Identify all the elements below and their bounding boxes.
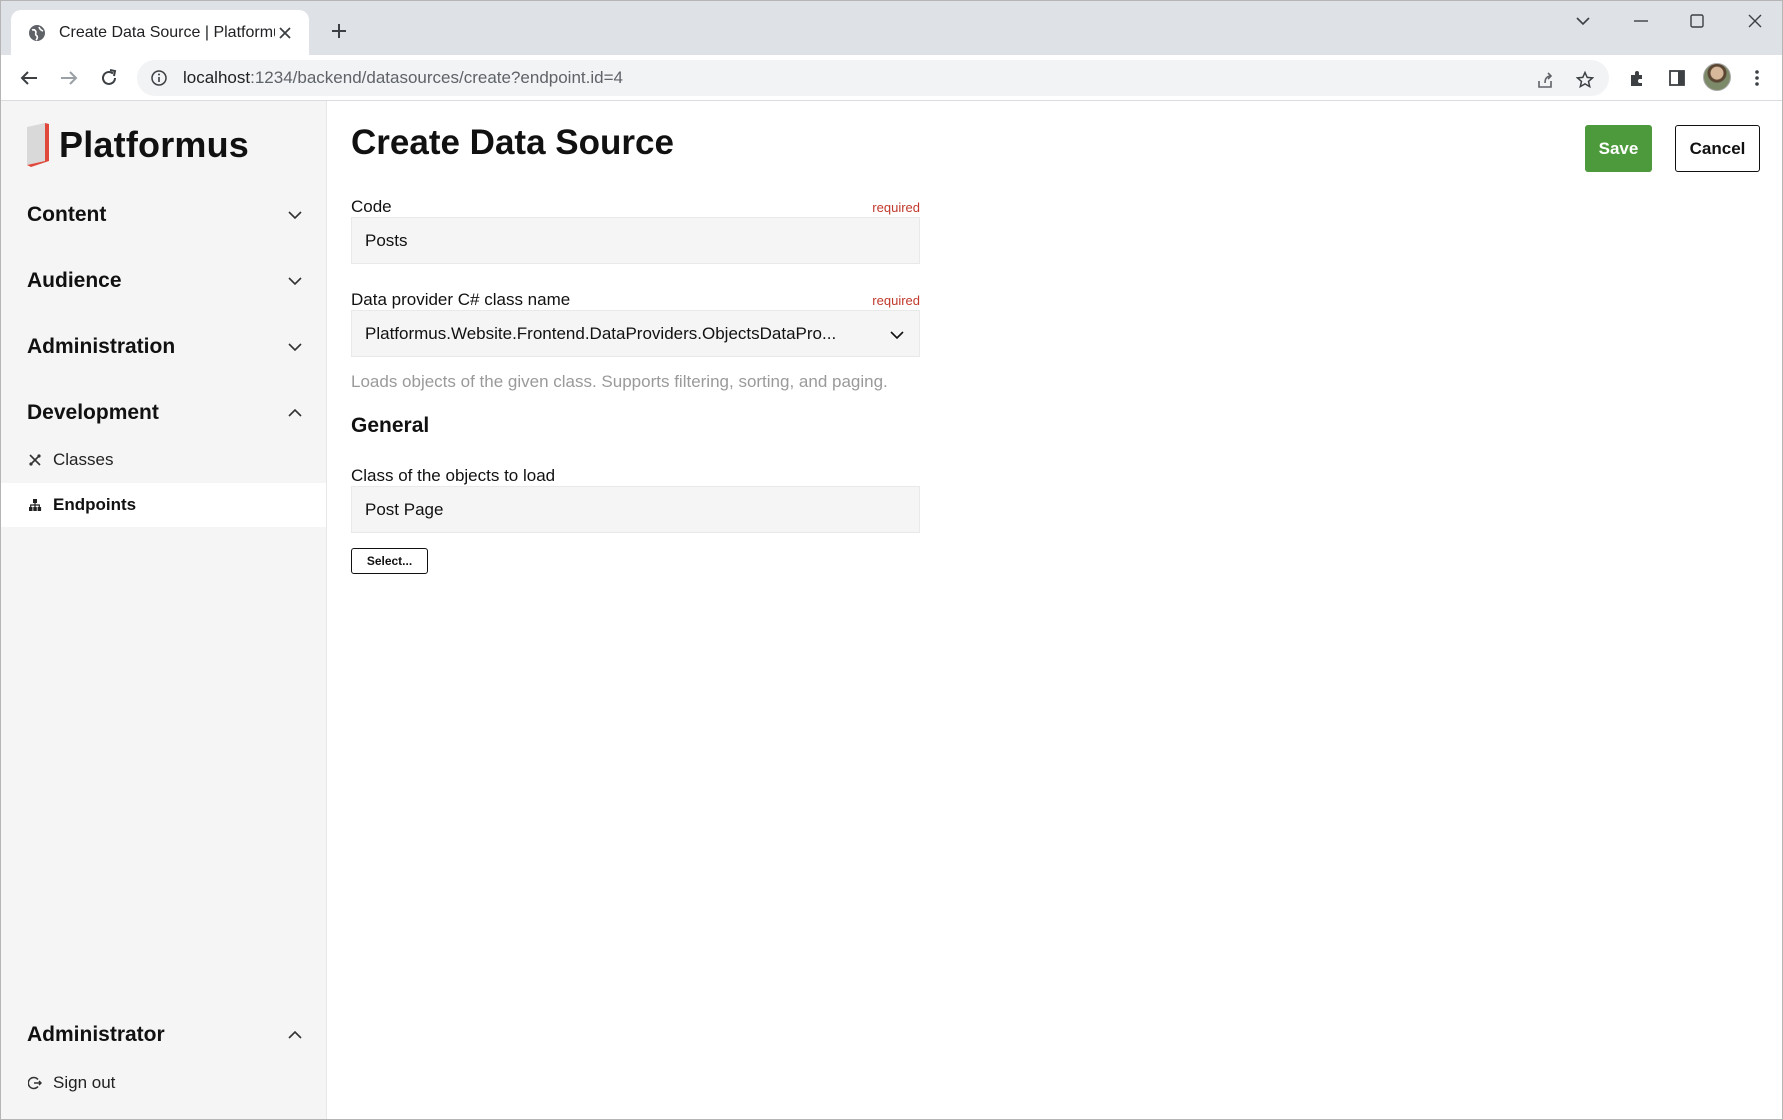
close-tab-icon[interactable] xyxy=(275,23,295,43)
sidebar-item-endpoints[interactable]: Endpoints xyxy=(1,483,326,527)
tab-strip: Create Data Source | Platformus xyxy=(1,1,1782,55)
nav-group-development[interactable]: Development xyxy=(27,393,303,433)
sidebar-item-label: Endpoints xyxy=(53,495,137,514)
minimize-icon[interactable] xyxy=(1621,9,1661,33)
logo-mark-icon xyxy=(25,123,49,167)
chevron-down-icon xyxy=(287,207,303,223)
address-bar[interactable]: localhost:1234/backend/datasources/creat… xyxy=(137,60,1609,96)
side-panel-icon[interactable] xyxy=(1665,66,1689,90)
tab-title: Create Data Source | Platformus xyxy=(59,23,275,41)
data-provider-hint: Loads objects of the given class. Suppor… xyxy=(351,372,888,391)
code-label: Code xyxy=(351,197,392,216)
nav-group-administrator[interactable]: Administrator xyxy=(27,1015,303,1055)
url-path: :1234/backend/datasources/create?endpoin… xyxy=(250,68,623,87)
url-host: localhost xyxy=(183,68,251,87)
nav-group-label: Audience xyxy=(27,269,122,292)
code-input[interactable]: Posts xyxy=(351,217,920,264)
page-content: Platformus Content Audience Administrati… xyxy=(1,101,1782,1119)
logo[interactable]: Platformus xyxy=(25,123,249,167)
browser-toolbar: localhost:1234/backend/datasources/creat… xyxy=(1,55,1782,101)
endpoints-icon xyxy=(27,497,43,513)
page-title: Create Data Source xyxy=(351,123,674,162)
bookmark-star-icon[interactable] xyxy=(1573,68,1597,92)
browser-window: Create Data Source | Platformus localhos… xyxy=(0,0,1783,1120)
save-button[interactable]: Save xyxy=(1585,125,1652,172)
required-marker: required xyxy=(872,293,920,308)
sign-out-icon xyxy=(27,1075,43,1091)
extensions-icon[interactable] xyxy=(1625,66,1649,90)
sidebar-item-classes[interactable]: Classes xyxy=(1,438,326,482)
sidebar-item-sign-out[interactable]: Sign out xyxy=(1,1061,326,1105)
class-field: Class of the objects to load Post Page xyxy=(351,466,920,536)
nav-group-label: Development xyxy=(27,401,159,424)
data-provider-label: Data provider C# class name xyxy=(351,290,571,309)
chevron-down-icon xyxy=(287,339,303,355)
profile-avatar[interactable] xyxy=(1703,63,1731,91)
globe-icon xyxy=(27,23,47,43)
new-tab-icon[interactable] xyxy=(327,19,351,43)
chevron-up-icon xyxy=(287,1027,303,1043)
section-title-general: General xyxy=(351,414,430,437)
url-text: localhost:1234/backend/datasources/creat… xyxy=(183,68,623,88)
share-icon[interactable] xyxy=(1533,68,1557,92)
nav-group-administration[interactable]: Administration xyxy=(27,327,303,367)
more-menu-icon[interactable] xyxy=(1745,66,1769,90)
sidebar-item-label: Sign out xyxy=(53,1073,116,1092)
nav-group-content[interactable]: Content xyxy=(27,195,303,235)
nav-group-label: Administration xyxy=(27,335,176,358)
classes-icon xyxy=(27,452,43,468)
main-content: Create Data Source Save Cancel Code requ… xyxy=(327,101,1782,1119)
data-provider-value: Platformus.Website.Frontend.DataProvider… xyxy=(365,323,837,343)
select-class-button[interactable]: Select... xyxy=(351,548,428,574)
close-window-icon[interactable] xyxy=(1735,9,1775,33)
required-marker: required xyxy=(872,200,920,215)
maximize-icon[interactable] xyxy=(1677,9,1717,33)
browser-tab[interactable]: Create Data Source | Platformus xyxy=(11,10,309,55)
reload-icon[interactable] xyxy=(97,66,121,90)
forward-icon[interactable] xyxy=(57,66,81,90)
class-label: Class of the objects to load xyxy=(351,466,556,485)
code-field: Code required Posts xyxy=(351,197,920,267)
chevron-up-icon xyxy=(287,405,303,421)
chevron-down-icon xyxy=(287,273,303,289)
logo-text: Platformus xyxy=(59,124,250,165)
nav-group-label: Administrator xyxy=(27,1023,165,1046)
cancel-button[interactable]: Cancel xyxy=(1675,125,1760,172)
sidebar-item-label: Classes xyxy=(53,450,114,469)
chevron-down-icon xyxy=(889,327,905,343)
site-info-icon[interactable] xyxy=(149,68,169,88)
sidebar: Platformus Content Audience Administrati… xyxy=(1,101,327,1119)
tab-search-icon[interactable] xyxy=(1563,9,1603,33)
nav-group-audience[interactable]: Audience xyxy=(27,261,303,301)
data-provider-field: Data provider C# class name required Pla… xyxy=(351,290,920,360)
data-provider-select[interactable]: Platformus.Website.Frontend.DataProvider… xyxy=(351,310,920,357)
class-input[interactable]: Post Page xyxy=(351,486,920,533)
back-icon[interactable] xyxy=(17,66,41,90)
nav-group-label: Content xyxy=(27,203,107,226)
